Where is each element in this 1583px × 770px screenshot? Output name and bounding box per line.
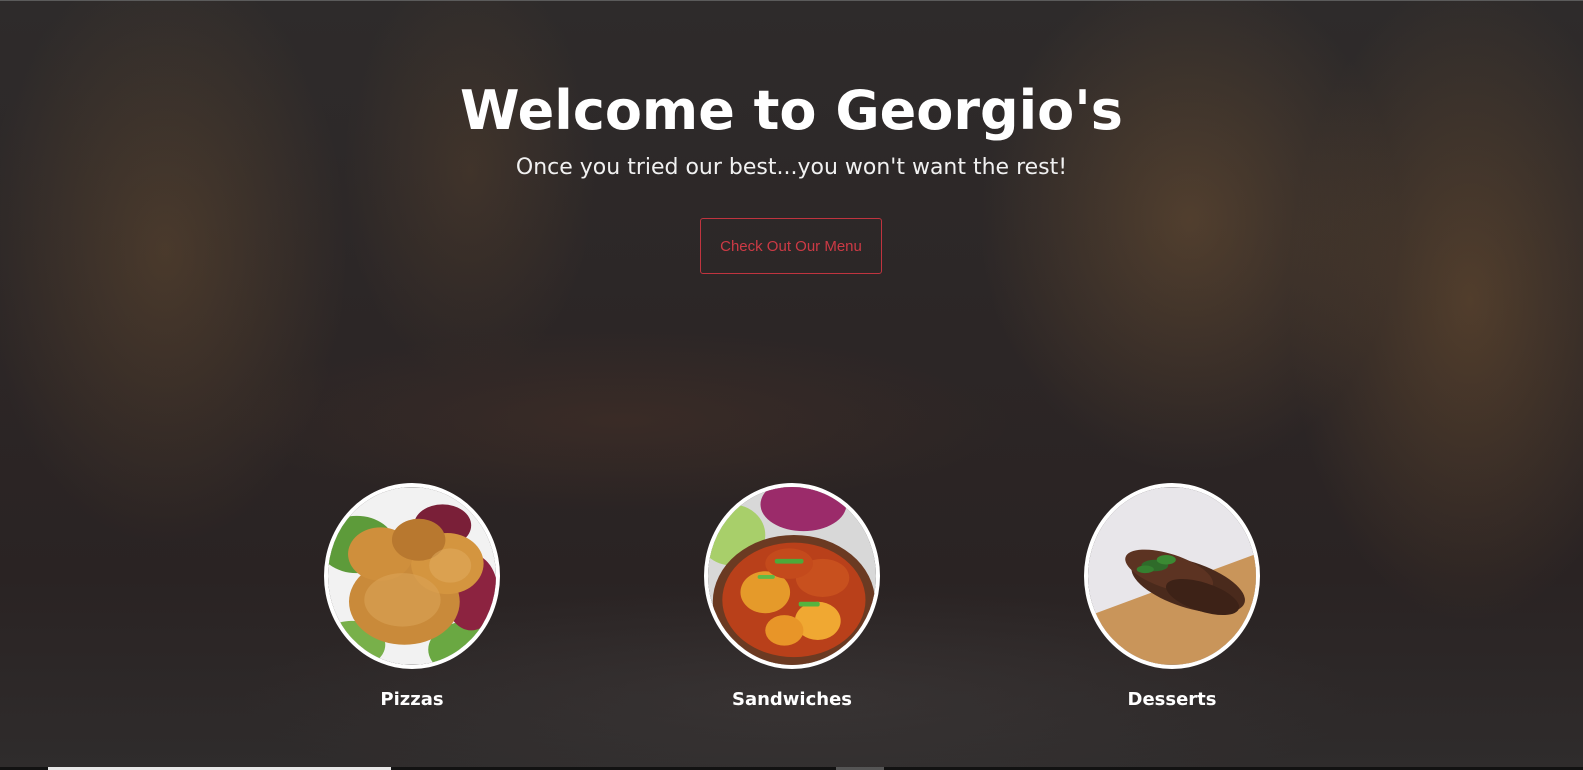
check-menu-button[interactable]: Check Out Our Menu bbox=[700, 218, 882, 274]
category-pizzas[interactable]: Pizzas bbox=[324, 483, 500, 710]
category-label[interactable]: Pizzas bbox=[324, 689, 500, 710]
category-image-sandwiches[interactable] bbox=[704, 483, 880, 669]
hero-section: Welcome to Georgio's Once you tried our … bbox=[0, 0, 1583, 770]
category-image-pizzas[interactable] bbox=[324, 483, 500, 669]
stew-image bbox=[708, 487, 876, 665]
category-label[interactable]: Desserts bbox=[1084, 689, 1260, 710]
category-sandwiches[interactable]: Sandwiches bbox=[704, 483, 880, 710]
hero-subtitle: Once you tried our best...you won't want… bbox=[515, 155, 1068, 180]
top-border bbox=[0, 0, 1583, 1]
category-label[interactable]: Sandwiches bbox=[704, 689, 880, 710]
fried-chicken-image bbox=[328, 487, 496, 665]
category-desserts[interactable]: Desserts bbox=[1084, 483, 1260, 710]
grilled-chicken-image bbox=[1088, 487, 1256, 665]
category-image-desserts[interactable] bbox=[1084, 483, 1260, 669]
page-title: Welcome to Georgio's bbox=[460, 79, 1123, 142]
